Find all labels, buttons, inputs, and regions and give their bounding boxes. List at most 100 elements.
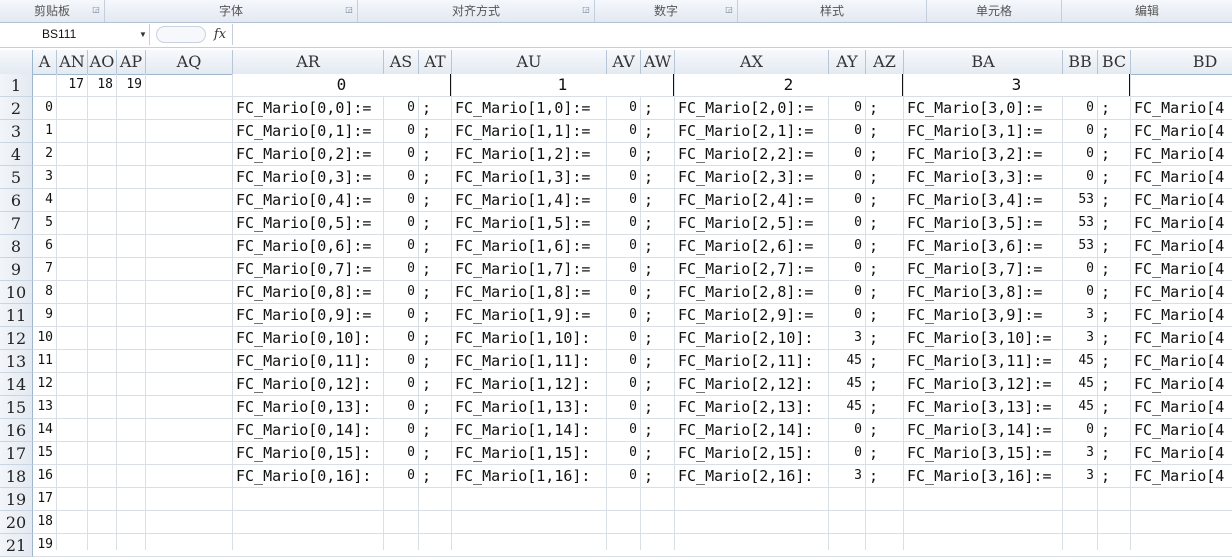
cell-value[interactable]: 0 [1063, 143, 1097, 165]
row-header[interactable]: 21 [0, 534, 33, 557]
chevron-down-icon[interactable]: ▼ [138, 24, 148, 45]
column-header[interactable]: AS [384, 50, 419, 74]
cell-formula-text[interactable]: FC_Mario[4 [1131, 120, 1232, 142]
cell-semicolon[interactable]: ; [1098, 396, 1130, 418]
cell-formula-text[interactable]: FC_Mario[4 [1131, 304, 1232, 326]
cell-formula-text[interactable]: FC_Mario[1,5]:= [452, 212, 606, 234]
cell-semicolon[interactable]: ; [419, 281, 451, 303]
row-header[interactable]: 7 [0, 212, 33, 235]
cell-formula-text[interactable]: FC_Mario[4 [1131, 166, 1232, 188]
cell-formula-text[interactable]: FC_Mario[1,9]:= [452, 304, 606, 326]
cell-an1[interactable]: 17 [57, 74, 87, 96]
cell-formula-text[interactable]: FC_Mario[3,16]:= [904, 465, 1062, 487]
cell-value[interactable]: 3 [1063, 304, 1097, 326]
cell-value[interactable]: 0 [384, 143, 418, 165]
select-all-corner[interactable] [0, 50, 33, 74]
cell-semicolon[interactable]: ; [866, 396, 903, 418]
cell-value[interactable]: 0 [607, 465, 640, 487]
cell-semicolon[interactable]: ; [1098, 189, 1130, 211]
dialog-launcher-icon[interactable]: ◲ [92, 6, 100, 14]
cell-formula-text[interactable]: FC_Mario[3,4]:= [904, 189, 1062, 211]
cell-formula-text[interactable]: FC_Mario[2,9]:= [675, 304, 828, 326]
cell-value[interactable]: 0 [829, 212, 865, 234]
cell-semicolon[interactable]: ; [866, 465, 903, 487]
cell-a[interactable]: 17 [33, 488, 56, 510]
cell-formula-text[interactable]: FC_Mario[3,13]:= [904, 396, 1062, 418]
cell-value[interactable]: 0 [384, 304, 418, 326]
row-header[interactable]: 13 [0, 350, 33, 373]
cell-semicolon[interactable]: ; [419, 396, 451, 418]
row-header[interactable]: 15 [0, 396, 33, 419]
cell-a[interactable]: 7 [33, 258, 56, 280]
cell-semicolon[interactable]: ; [641, 258, 674, 280]
cell-semicolon[interactable]: ; [1098, 465, 1130, 487]
ribbon-group-font[interactable]: 字体 ◲ [105, 0, 358, 22]
cell-formula-text[interactable]: FC_Mario[3,3]:= [904, 166, 1062, 188]
cell-formula-text[interactable]: FC_Mario[4 [1131, 258, 1232, 280]
cell-formula-text[interactable]: FC_Mario[1,1]:= [452, 120, 606, 142]
column-header[interactable]: BA [904, 50, 1063, 74]
column-header[interactable]: AZ [866, 50, 904, 74]
cell-a[interactable]: 13 [33, 396, 56, 418]
cell-a[interactable]: 18 [33, 511, 56, 533]
cell-formula-text[interactable]: FC_Mario[2,1]:= [675, 120, 828, 142]
cell-formula-text[interactable]: FC_Mario[3,11]:= [904, 350, 1062, 372]
cell-formula-text[interactable]: FC_Mario[1,2]:= [452, 143, 606, 165]
cell-formula-text[interactable]: FC_Mario[0,3]:= [233, 166, 383, 188]
name-box[interactable]: BS111 [0, 24, 150, 45]
cell-value[interactable]: 53 [1063, 235, 1097, 257]
cell-formula-text[interactable]: FC_Mario[3,5]:= [904, 212, 1062, 234]
cell-formula-text[interactable]: FC_Mario[3,6]:= [904, 235, 1062, 257]
cell-a[interactable]: 8 [33, 281, 56, 303]
cell-semicolon[interactable]: ; [1098, 419, 1130, 441]
cell-formula-text[interactable]: FC_Mario[1,4]:= [452, 189, 606, 211]
cell-ap1[interactable]: 19 [117, 74, 145, 96]
cell-value[interactable]: 0 [607, 281, 640, 303]
cell-semicolon[interactable]: ; [419, 212, 451, 234]
column-header[interactable]: BB [1063, 50, 1098, 74]
row-header[interactable]: 1 [0, 74, 33, 97]
cell-value[interactable]: 0 [384, 327, 418, 349]
cell-value[interactable]: 0 [384, 281, 418, 303]
cell-value[interactable]: 0 [384, 258, 418, 280]
cell-value[interactable]: 45 [1063, 396, 1097, 418]
column-header[interactable]: AU [452, 50, 607, 74]
cell-formula-text[interactable]: FC_Mario[0,4]:= [233, 189, 383, 211]
column-header[interactable]: BC [1098, 50, 1131, 74]
cell-ao1[interactable]: 18 [88, 74, 116, 96]
cell-formula-text[interactable]: FC_Mario[4 [1131, 281, 1232, 303]
cell-a[interactable]: 3 [33, 166, 56, 188]
cell-semicolon[interactable]: ; [1098, 373, 1130, 395]
cell-formula-text[interactable]: FC_Mario[0,9]:= [233, 304, 383, 326]
cell-formula-text[interactable]: FC_Mario[0,16]: [233, 465, 383, 487]
cell-semicolon[interactable]: ; [866, 442, 903, 464]
cell-formula-text[interactable]: FC_Mario[0,15]: [233, 442, 383, 464]
cell-semicolon[interactable]: ; [641, 166, 674, 188]
cell-semicolon[interactable]: ; [1098, 258, 1130, 280]
cell-formula-text[interactable]: FC_Mario[2,0]:= [675, 97, 828, 119]
cell-a[interactable]: 2 [33, 143, 56, 165]
cell-formula-text[interactable]: FC_Mario[1,3]:= [452, 166, 606, 188]
cell-formula-text[interactable]: FC_Mario[3,12]:= [904, 373, 1062, 395]
cell-value[interactable]: 45 [829, 373, 865, 395]
cell-value[interactable]: 0 [1063, 97, 1097, 119]
cell-formula-text[interactable]: FC_Mario[2,11]: [675, 350, 828, 372]
cell-formula-text[interactable]: FC_Mario[4 [1131, 189, 1232, 211]
cell-a[interactable]: 19 [33, 534, 56, 556]
cell-semicolon[interactable]: ; [419, 258, 451, 280]
cell-a[interactable]: 6 [33, 235, 56, 257]
cell-formula-text[interactable]: FC_Mario[1,10]: [452, 327, 606, 349]
cell-formula-text[interactable]: FC_Mario[1,15]: [452, 442, 606, 464]
cell-formula-text[interactable]: FC_Mario[1,12]: [452, 373, 606, 395]
cell-formula-text[interactable]: FC_Mario[4 [1131, 396, 1232, 418]
cell-formula-text[interactable]: FC_Mario[2,2]:= [675, 143, 828, 165]
cell-a[interactable]: 12 [33, 373, 56, 395]
cell-formula-text[interactable]: FC_Mario[1,13]: [452, 396, 606, 418]
cell-formula-text[interactable]: FC_Mario[2,6]:= [675, 235, 828, 257]
merged-block-header[interactable]: 3 [904, 74, 1130, 96]
cell-formula-text[interactable]: FC_Mario[4 [1131, 465, 1232, 487]
row-header[interactable]: 12 [0, 327, 33, 350]
merged-block-header[interactable]: 0 [233, 74, 451, 96]
ribbon-group-cells[interactable]: 单元格 [927, 0, 1062, 22]
cell-semicolon[interactable]: ; [641, 419, 674, 441]
